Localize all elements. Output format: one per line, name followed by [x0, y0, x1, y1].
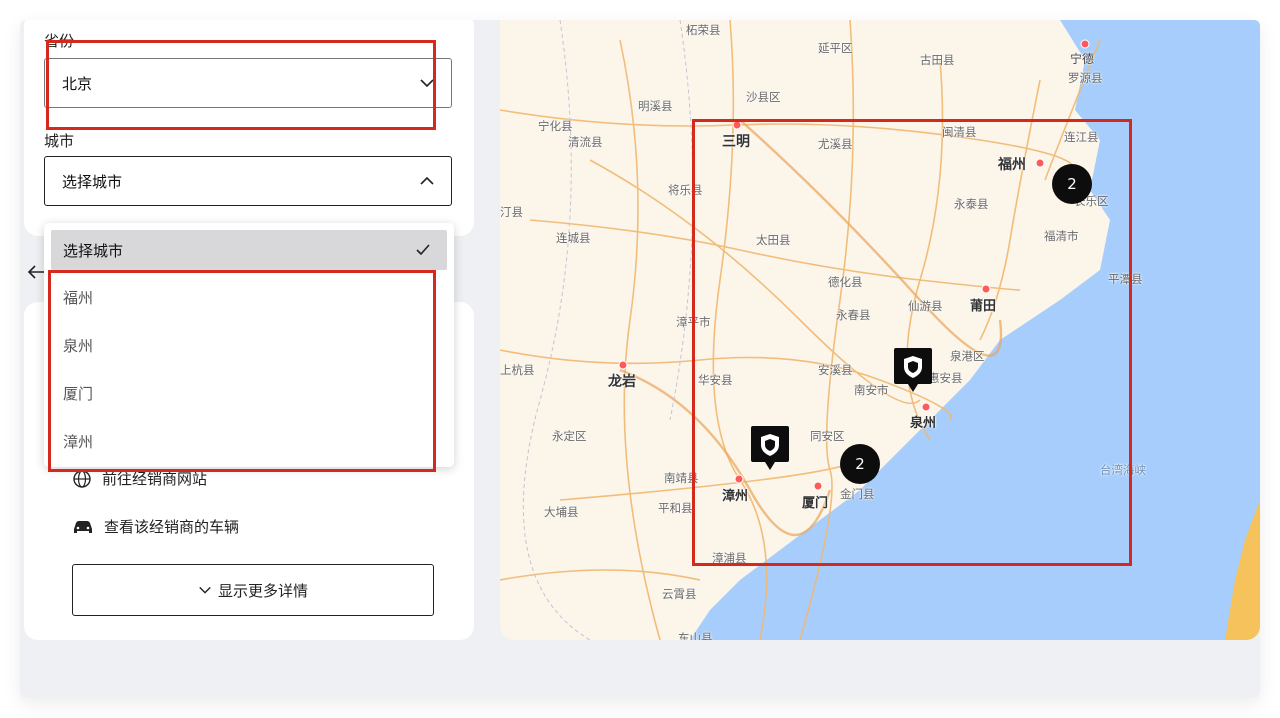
map-label: 云霄县 [662, 587, 697, 601]
filter-card: 省份 北京 城市 选择城市 [24, 20, 474, 236]
map-cluster-marker[interactable]: 2 [1052, 164, 1092, 204]
map-label: 永春县 [836, 308, 871, 322]
map-label: 柘荣县 [686, 23, 721, 37]
map-label: 明溪县 [638, 99, 673, 113]
map-label: 古田县 [920, 53, 955, 67]
dealer-vehicles-link[interactable]: 查看该经销商的车辆 [72, 516, 239, 537]
map-label: 金门县 [840, 487, 875, 501]
map-label: 汀县 [500, 205, 523, 219]
map-label: 上杭县 [500, 363, 535, 377]
map-label: 大埔县 [544, 505, 579, 519]
city-dropdown: 选择城市 福州 泉州 厦门 漳州 [44, 223, 454, 467]
map-label: 闽清县 [942, 125, 977, 139]
map-background [500, 20, 1260, 640]
map-label: 东山县 [678, 631, 713, 640]
dealer-map[interactable]: 柘荣县 宁德 延平区 古田县 罗源县 明溪县 沙县区 宁化县 清流县 三明 尤溪… [500, 20, 1260, 640]
map-label: 漳平市 [676, 315, 711, 329]
show-more-details-label: 显示更多详情 [217, 581, 308, 600]
map-label: 连城县 [556, 231, 591, 245]
city-label: 城市 [44, 132, 75, 150]
map-label: 台湾海峡 [1100, 463, 1146, 477]
map-label: 泉州 [910, 416, 937, 431]
car-icon [74, 520, 92, 533]
map-cluster-marker[interactable]: 2 [840, 444, 880, 484]
map-label: 福州 [998, 157, 1026, 173]
dealer-website-link[interactable]: 前往经销商网站 [72, 468, 207, 489]
back-arrow-icon[interactable] [26, 262, 46, 282]
check-icon [416, 244, 430, 256]
dropdown-option-fuzhou[interactable]: 福州 [44, 277, 454, 317]
dealer-website-text: 前往经销商网站 [102, 470, 208, 488]
map-label: 莆田 [970, 299, 997, 314]
province-value: 北京 [62, 74, 93, 93]
chevron-down-icon [420, 79, 434, 88]
globe-icon [73, 469, 91, 488]
map-label: 连江县 [1064, 130, 1099, 144]
map-label: 将乐县 [668, 183, 703, 197]
map-label: 沙县区 [746, 90, 781, 104]
map-label: 泉港区 [950, 349, 985, 363]
map-label: 尤溪县 [818, 137, 853, 151]
dealer-pin-icon[interactable] [892, 346, 934, 396]
map-label: 太田县 [756, 233, 791, 247]
map-label: 罗源县 [1068, 71, 1103, 85]
chevron-down-icon [199, 586, 211, 594]
city-select[interactable]: 选择城市 [44, 156, 452, 206]
map-label: 平和县 [658, 501, 693, 515]
map-label: 福清市 [1044, 229, 1079, 243]
map-label: 延平区 [818, 41, 853, 55]
map-label: 安溪县 [818, 363, 853, 377]
show-more-details-button[interactable]: 显示更多详情 [72, 564, 434, 616]
app-frame: 省份 北京 城市 选择城市 前往经销商网站 查看该经销商的车辆 显示更多详情 选… [20, 20, 1260, 698]
dropdown-option-placeholder[interactable]: 选择城市 [51, 230, 447, 270]
map-label: 同安区 [810, 429, 845, 443]
map-label: 龙岩 [608, 374, 636, 390]
map-label: 清流县 [568, 135, 603, 149]
map-label: 厦门 [802, 496, 829, 511]
map-label: 宁德 [1070, 52, 1095, 66]
dealer-pin-icon[interactable] [749, 424, 791, 474]
province-label: 省份 [44, 32, 75, 50]
dropdown-option-xiamen[interactable]: 厦门 [44, 373, 454, 413]
map-label: 南安市 [854, 383, 889, 397]
map-label: 德化县 [828, 275, 863, 289]
map-label: 宁化县 [538, 119, 573, 133]
dealer-vehicles-text: 查看该经销商的车辆 [104, 518, 240, 536]
map-label: 华安县 [698, 373, 733, 387]
map-label: 漳浦县 [712, 551, 747, 565]
map-label: 永定区 [552, 429, 587, 443]
dropdown-option-zhangzhou[interactable]: 漳州 [44, 421, 454, 461]
dropdown-option-label: 选择城市 [63, 241, 124, 260]
map-label: 漳州 [722, 489, 749, 504]
dropdown-option-quanzhou[interactable]: 泉州 [44, 325, 454, 365]
map-label: 仙游县 [908, 299, 943, 313]
province-select[interactable]: 北京 [44, 58, 452, 108]
map-label: 南靖县 [664, 471, 699, 485]
map-label: 平潭县 [1108, 272, 1143, 286]
map-label: 三明 [722, 134, 750, 150]
chevron-up-icon [420, 176, 434, 185]
map-label: 永泰县 [954, 197, 989, 211]
city-placeholder: 选择城市 [62, 172, 123, 191]
